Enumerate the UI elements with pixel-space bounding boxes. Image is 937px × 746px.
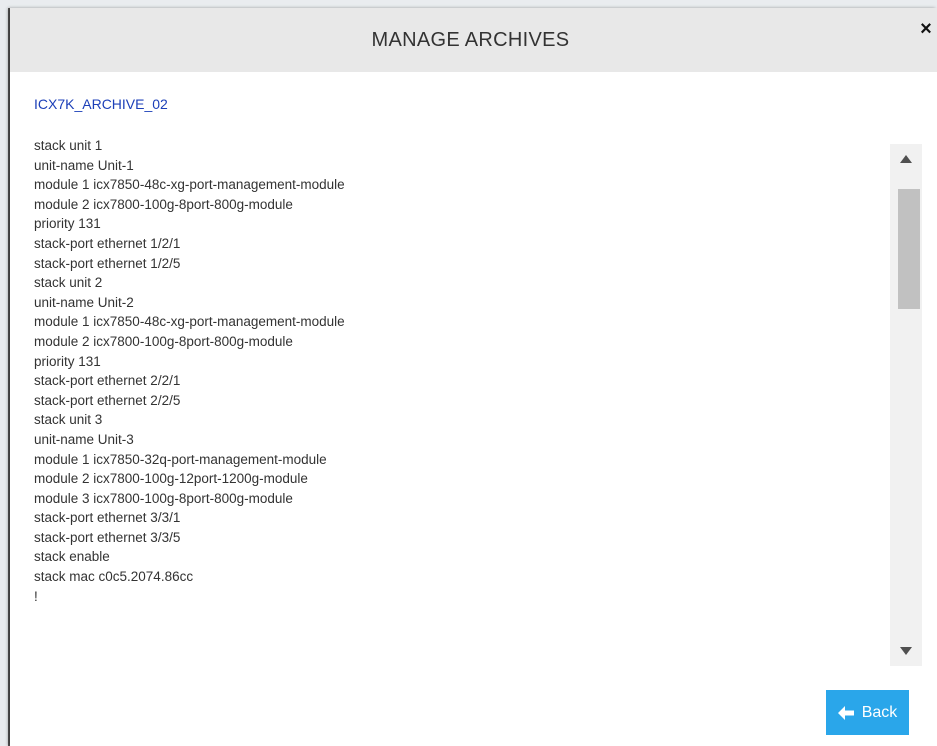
config-line: stack unit 2 [34, 275, 103, 291]
config-line: unit-name Unit-2 [34, 294, 134, 310]
config-line: module 1 icx7850-32q-port-management-mod… [34, 451, 327, 467]
config-line: stack-port ethernet 1/2/1 [34, 235, 181, 251]
config-line: unit-name Unit-1 [34, 157, 134, 173]
config-line: stack-port ethernet 3/3/1 [34, 510, 181, 526]
close-icon[interactable]: × [915, 18, 937, 40]
config-line: stack mac c0c5.2074.86cc [34, 569, 194, 585]
config-line: stack-port ethernet 2/2/1 [34, 373, 181, 389]
scroll-down-arrow-icon[interactable] [890, 636, 922, 666]
archive-name: ICX7K_ARCHIVE_02 [34, 96, 168, 112]
config-line: module 2 icx7800-100g-8port-800g-module [34, 196, 293, 212]
config-line: stack enable [34, 549, 110, 565]
config-line: unit-name Unit-3 [34, 431, 134, 447]
config-line: ! [34, 588, 38, 604]
config-line: stack unit 3 [34, 412, 103, 428]
config-line: module 2 icx7800-100g-12port-1200g-modul… [34, 471, 308, 487]
config-line: module 1 icx7850-48c-xg-port-management-… [34, 177, 345, 193]
config-line: module 3 icx7800-100g-8port-800g-module [34, 490, 293, 506]
scrollbar[interactable] [890, 144, 922, 666]
config-line: priority 131 [34, 353, 101, 369]
modal-title: MANAGE ARCHIVES [371, 28, 570, 51]
config-line: stack-port ethernet 3/3/5 [34, 529, 181, 545]
manage-archives-modal: MANAGE ARCHIVES × ICX7K_ARCHIVE_02 stack… [10, 8, 937, 746]
config-line: stack-port ethernet 1/2/5 [34, 255, 181, 271]
back-button[interactable]: Back [826, 690, 909, 735]
config-line: stack unit 1 [34, 138, 103, 153]
arrow-left-icon [837, 705, 854, 720]
config-line: stack-port ethernet 2/2/5 [34, 392, 181, 408]
config-line: module 1 icx7850-48c-xg-port-management-… [34, 314, 345, 330]
back-button-label: Back [861, 703, 898, 721]
config-line: priority 131 [34, 216, 101, 232]
config-line: module 2 icx7800-100g-8port-800g-module [34, 333, 293, 349]
scroll-up-arrow-icon[interactable] [890, 144, 922, 174]
modal-header: MANAGE ARCHIVES [10, 8, 937, 72]
scroll-thumb[interactable] [898, 189, 920, 309]
config-viewer: stack unit 1 unit-name Unit-1 module 1 icx… [34, 136, 927, 688]
config-text-area: stack unit 1 unit-name Unit-1 module 1 icx… [34, 136, 890, 688]
